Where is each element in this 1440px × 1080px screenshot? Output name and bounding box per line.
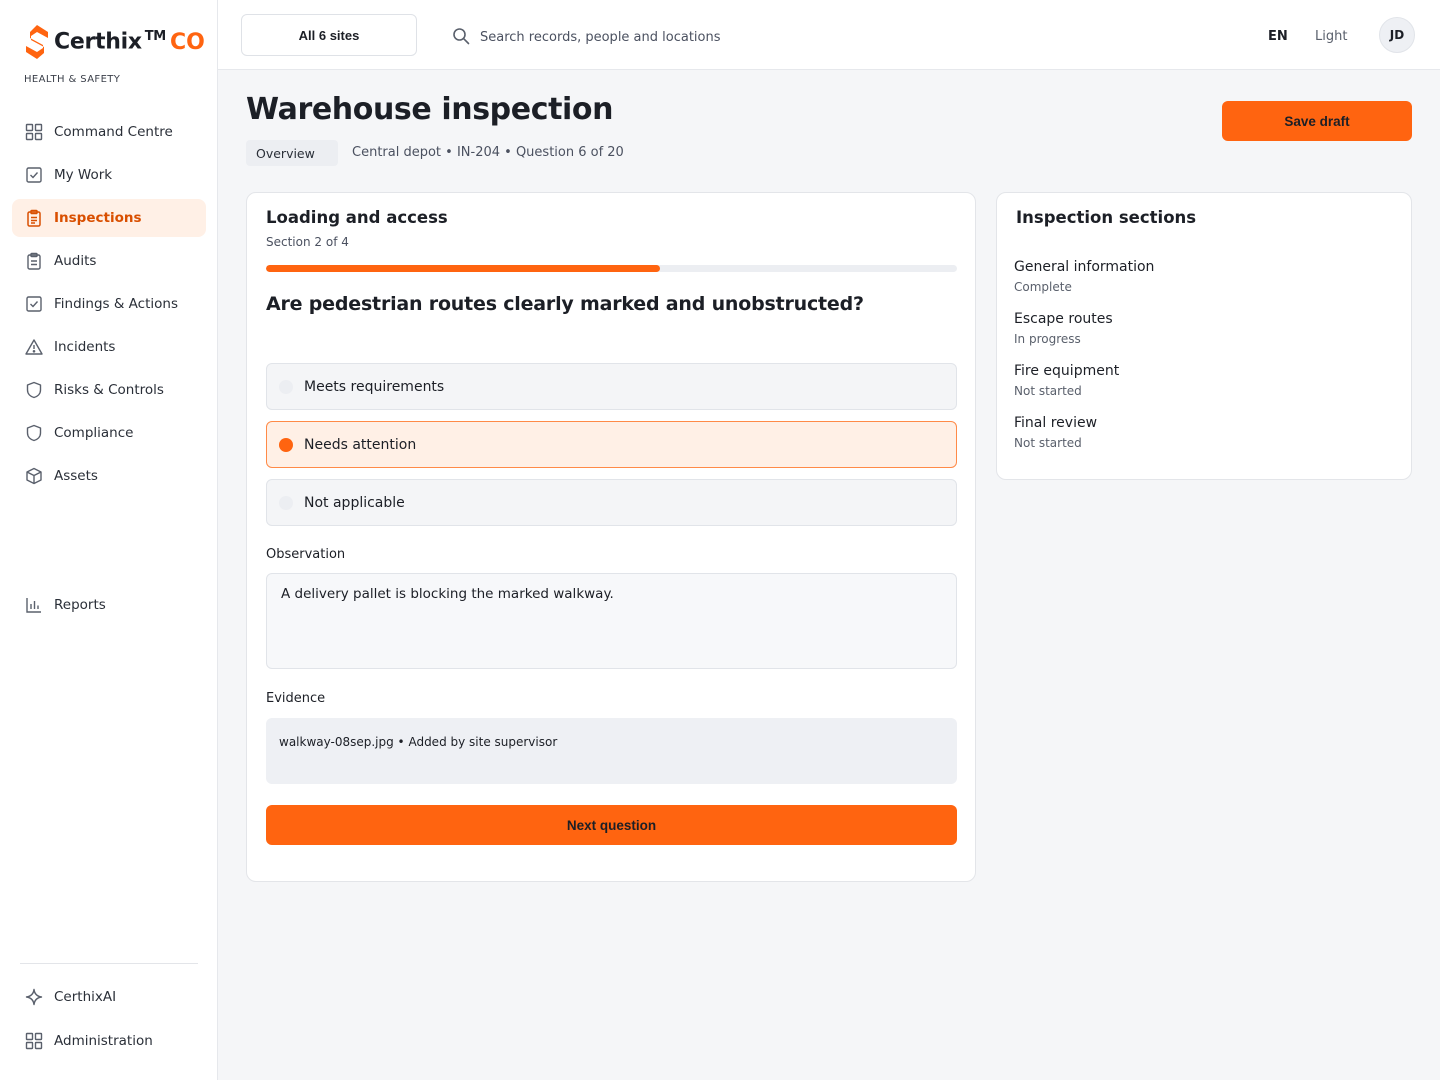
sidebar-item-label: Reports [54, 597, 106, 613]
section-item-final-review[interactable]: Final review Not started [1014, 415, 1394, 450]
sparkle-icon [24, 987, 44, 1007]
radio-button[interactable] [279, 437, 293, 452]
checkbox-icon [24, 294, 44, 314]
sidebar-item-label: Inspections [54, 210, 142, 226]
section-status: Complete [1014, 280, 1072, 294]
section-status: In progress [1014, 332, 1081, 346]
theme-toggle[interactable]: Light [1315, 29, 1347, 44]
sidebar-item-findings-actions[interactable]: Findings & Actions [12, 285, 206, 323]
tab-overview[interactable]: Overview [246, 140, 338, 166]
option-not-applicable[interactable]: Not applicable [266, 479, 957, 526]
warning-icon [24, 337, 44, 357]
sidebar-item-incidents[interactable]: Incidents [12, 328, 206, 366]
option-needs-attention[interactable]: Needs attention [266, 421, 957, 468]
sidebar-item-inspections[interactable]: Inspections [12, 199, 206, 237]
topbar: All 6 sites EN Light JD [218, 0, 1440, 70]
section-name: General information [1014, 259, 1155, 275]
checkbox-icon [24, 165, 44, 185]
radio-button[interactable] [279, 379, 293, 394]
section-progress-bar [266, 265, 957, 272]
sidebar-item-label: Audits [54, 253, 97, 269]
brand-name: Certhix TM [54, 29, 167, 55]
section-item-escape-routes[interactable]: Escape routes In progress [1014, 311, 1394, 346]
radio-button[interactable] [279, 495, 293, 510]
bar-chart-icon [24, 595, 44, 615]
sidebar-item-command-centre[interactable]: Command Centre [12, 113, 206, 151]
page-title: Warehouse inspection [246, 92, 614, 127]
sidebar-item-label: Assets [54, 468, 98, 484]
sidebar-item-label: Administration [54, 1033, 153, 1049]
certhix-logo-icon [26, 25, 48, 59]
sidebar-item-label: Incidents [54, 339, 116, 355]
sections-title: Inspection sections [1016, 208, 1197, 227]
section-name: Fire equipment [1014, 363, 1120, 379]
inspection-form-card: Loading and access Section 2 of 4 Are pe… [246, 192, 976, 882]
section-title: Loading and access [266, 208, 448, 227]
inspection-sections-card: Inspection sections General information … [996, 192, 1412, 480]
clipboard-icon [24, 208, 44, 228]
section-status: Not started [1014, 384, 1082, 398]
evidence-attachment[interactable]: walkway-08sep.jpg • Added by site superv… [266, 718, 957, 784]
site-selector-button[interactable]: All 6 sites [241, 14, 417, 56]
observation-field[interactable]: A delivery pallet is blocking the marked… [266, 573, 957, 669]
search-input[interactable] [480, 22, 900, 52]
save-draft-button[interactable]: Save draft [1222, 101, 1412, 141]
option-meets-requirements[interactable]: Meets requirements [266, 363, 957, 410]
grid-icon [24, 122, 44, 142]
sidebar-item-risks-controls[interactable]: Risks & Controls [12, 371, 206, 409]
section-progress-fill [266, 265, 660, 272]
sidebar-item-label: Command Centre [54, 124, 173, 140]
shield-icon [24, 380, 44, 400]
option-label: Needs attention [304, 436, 417, 453]
section-status: Not started [1014, 436, 1082, 450]
sidebar-item-label: My Work [54, 167, 113, 183]
sidebar-item-administration[interactable]: Administration [12, 1022, 206, 1060]
shield-icon [24, 423, 44, 443]
section-subtitle: Section 2 of 4 [266, 235, 349, 249]
option-label: Meets requirements [304, 378, 445, 395]
brand-tm: TM [144, 29, 167, 45]
sidebar-item-label: Risks & Controls [54, 382, 164, 398]
sidebar-item-my-work[interactable]: My Work [12, 156, 206, 194]
option-label: Not applicable [304, 494, 405, 511]
evidence-label: Evidence [266, 691, 326, 706]
sidebar-item-certhixai[interactable]: CerthixAI [12, 978, 206, 1016]
language-toggle[interactable]: EN [1268, 29, 1288, 44]
sidebar-item-reports[interactable]: Reports [12, 586, 206, 624]
search-icon [453, 28, 470, 45]
sidebar-item-label: Findings & Actions [54, 296, 178, 312]
sidebar-item-label: CerthixAI [54, 989, 117, 1005]
brand-logo[interactable]: Certhix TM CO [24, 24, 205, 60]
sidebar: Certhix TM CO HEALTH & SAFETY Command Cen… [0, 0, 218, 1080]
brand-suffix: CO [169, 29, 205, 55]
sidebar-item-assets[interactable]: Assets [12, 457, 206, 495]
sidebar-item-compliance[interactable]: Compliance [12, 414, 206, 452]
question-text: Are pedestrian routes clearly marked and… [266, 293, 864, 315]
grid-icon [24, 1031, 44, 1051]
section-name: Escape routes [1014, 311, 1113, 327]
observation-label: Observation [266, 547, 346, 562]
brand-tagline: HEALTH & SAFETY [24, 74, 121, 85]
sidebar-divider [20, 963, 198, 964]
avatar[interactable]: JD [1379, 17, 1415, 53]
section-item-general-information[interactable]: General information Complete [1014, 259, 1394, 294]
sidebar-item-audits[interactable]: Audits [12, 242, 206, 280]
next-question-button[interactable]: Next question [266, 805, 957, 845]
section-name: Final review [1014, 415, 1098, 431]
breadcrumb: Central depot • IN-204 • Question 6 of 2… [352, 145, 624, 160]
cube-icon [24, 466, 44, 486]
sidebar-item-label: Compliance [54, 425, 134, 441]
clipboard-list-icon [24, 251, 44, 271]
section-item-fire-equipment[interactable]: Fire equipment Not started [1014, 363, 1394, 398]
